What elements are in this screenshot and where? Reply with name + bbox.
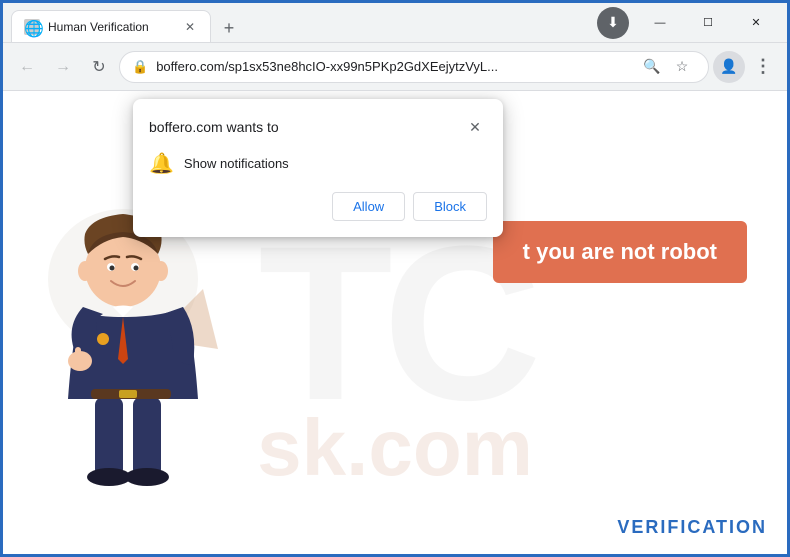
lock-icon: 🔒	[132, 59, 148, 75]
download-icon: ⬇	[607, 14, 619, 31]
close-button[interactable]: ✕	[733, 7, 779, 39]
robot-button[interactable]: t you are not robot	[493, 221, 747, 283]
toolbar-right: 👤 ⋮	[713, 51, 779, 83]
block-button[interactable]: Block	[413, 192, 487, 221]
bell-icon: 🔔	[149, 151, 174, 176]
page-content: TC sk.com t you are not robot	[3, 91, 787, 554]
maximize-button[interactable]: ☐	[685, 7, 731, 39]
window-controls: — ☐ ✕	[637, 7, 779, 39]
tab-close-button[interactable]: ✕	[182, 19, 198, 35]
new-tab-button[interactable]: +	[215, 14, 243, 42]
back-button[interactable]: ←	[11, 51, 43, 83]
omnibox-actions: 🔍 ☆	[638, 53, 696, 81]
popup-actions: Allow Block	[149, 192, 487, 221]
watermark-verification: VERIFICATION	[617, 517, 767, 538]
reload-button[interactable]: ↻	[83, 51, 115, 83]
active-tab[interactable]: 🌐 Human Verification ✕	[11, 10, 211, 42]
popup-permission-row: 🔔 Show notifications	[149, 151, 487, 176]
notification-popup: boffero.com wants to ✕ 🔔 Show notificati…	[133, 99, 503, 237]
omnibox[interactable]: 🔒 boffero.com/sp1sx53ne8hcIO-xx99n5PKp2G…	[119, 51, 709, 83]
title-bar: 🌐 Human Verification ✕ + ⬇ — ☐ ✕	[3, 3, 787, 43]
toolbar: ← → ↻ 🔒 boffero.com/sp1sx53ne8hcIO-xx99n…	[3, 43, 787, 91]
star-icon-btn[interactable]: ☆	[668, 53, 696, 81]
allow-button[interactable]: Allow	[332, 192, 405, 221]
popup-close-button[interactable]: ✕	[463, 115, 487, 139]
menu-button[interactable]: ⋮	[747, 51, 779, 83]
tab-area: 🌐 Human Verification ✕ +	[11, 3, 597, 42]
search-icon-btn[interactable]: 🔍	[638, 53, 666, 81]
profile-icon: 👤	[720, 58, 737, 75]
browser-frame: 🌐 Human Verification ✕ + ⬇ — ☐ ✕ ← → ↻ 🔒…	[3, 3, 787, 554]
minimize-button[interactable]: —	[637, 7, 683, 39]
profile-button[interactable]: 👤	[713, 51, 745, 83]
permission-text: Show notifications	[184, 156, 289, 171]
forward-button[interactable]: →	[47, 51, 79, 83]
popup-header: boffero.com wants to ✕	[149, 115, 487, 139]
person-illustration	[23, 199, 243, 554]
tab-title: Human Verification	[48, 20, 174, 34]
url-text: boffero.com/sp1sx53ne8hcIO-xx99n5PKp2GdX…	[156, 59, 630, 74]
popup-site-text: boffero.com wants to	[149, 119, 279, 135]
close-icon: ✕	[469, 119, 481, 136]
tab-favicon: 🌐	[24, 19, 40, 35]
